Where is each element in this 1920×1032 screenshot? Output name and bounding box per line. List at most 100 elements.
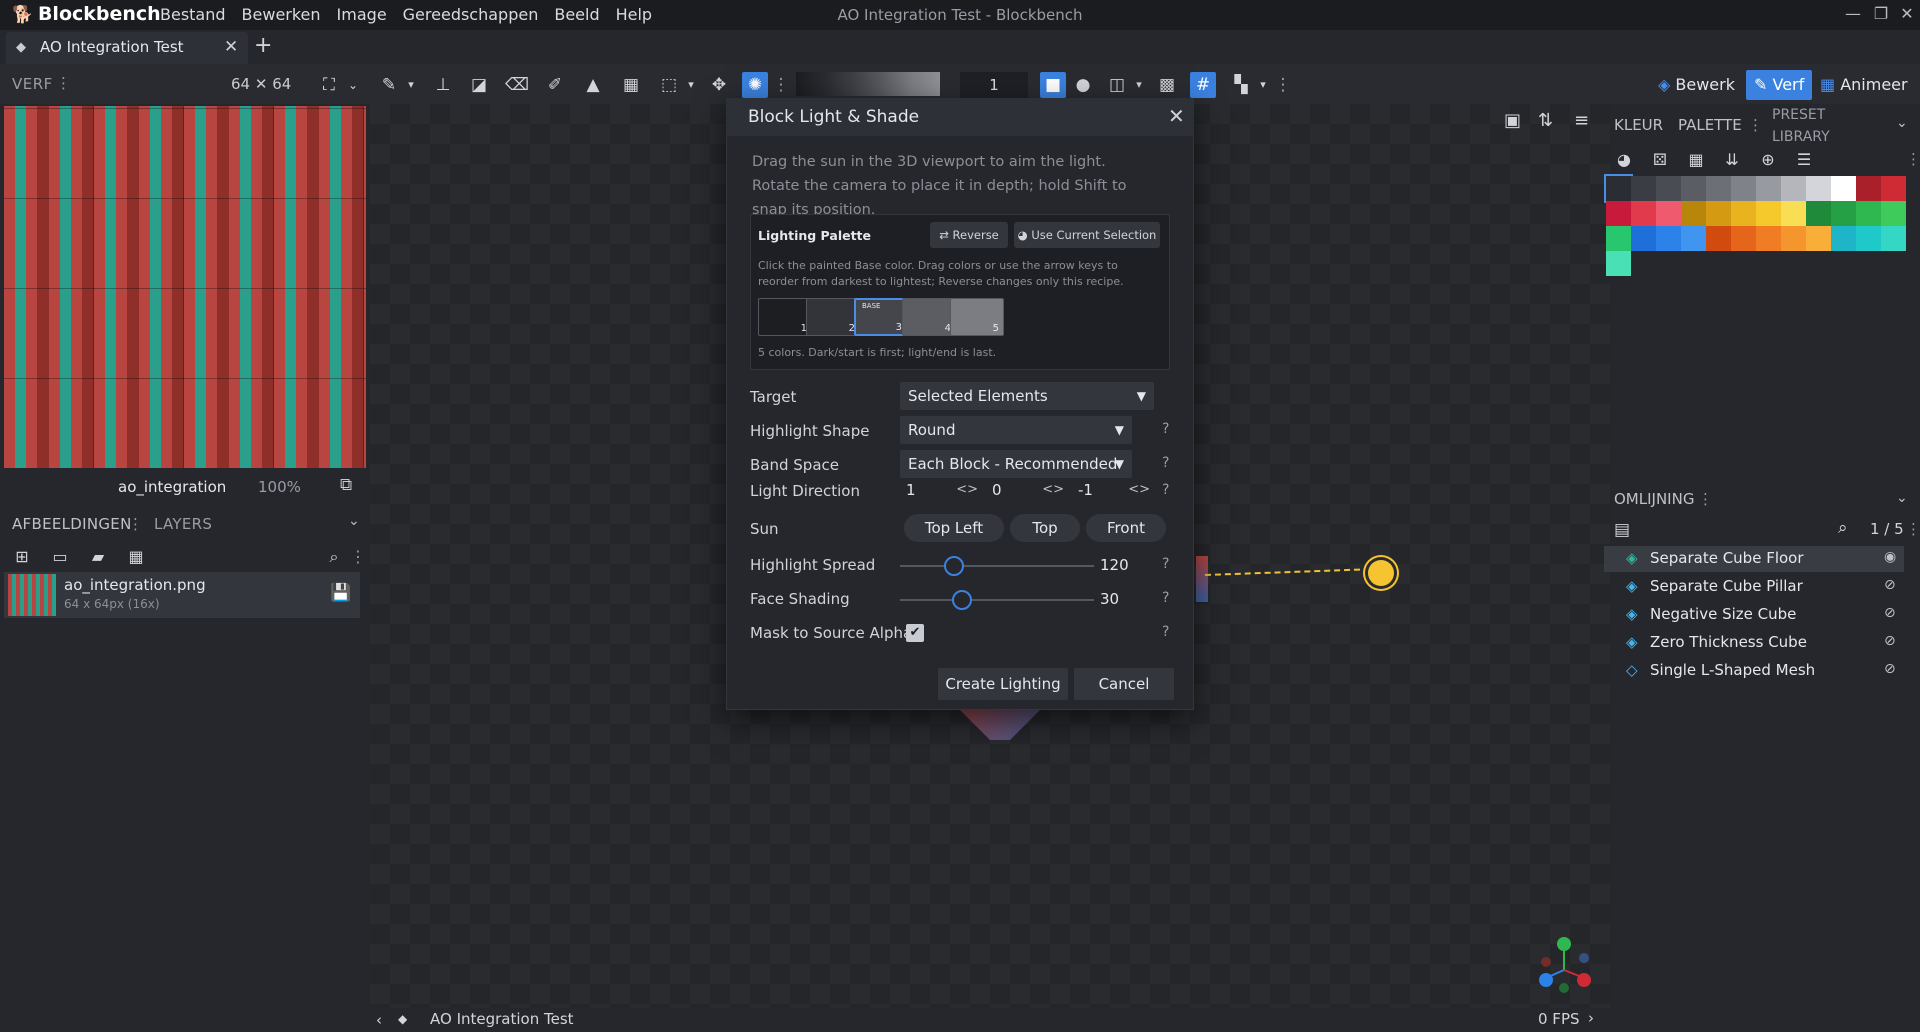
palette-swatch[interactable]: 4 (902, 298, 956, 336)
color-swatch[interactable] (1881, 201, 1906, 226)
color-swatch[interactable] (1604, 174, 1633, 203)
chevron-down-icon[interactable]: ▾ (1126, 72, 1152, 98)
close-window-icon[interactable]: ✕ (1892, 4, 1920, 23)
menu-bewerken[interactable]: Bewerken (242, 0, 321, 30)
tab-palette[interactable]: PALETTE (1678, 116, 1742, 134)
band-space-select[interactable]: Each Block - Recommended ▼ (900, 450, 1132, 478)
color-swatch[interactable] (1781, 201, 1806, 226)
sort-icon[interactable]: ⇅ (1538, 110, 1553, 131)
chevron-down-icon[interactable]: ⌄ (1896, 115, 1908, 131)
color-swatch[interactable] (1731, 226, 1756, 251)
color-swatch[interactable] (1656, 226, 1681, 251)
palette-icon[interactable]: ◕ (1610, 150, 1638, 169)
checker-icon[interactable]: ▩ (1154, 72, 1180, 98)
drag-arrows-icon[interactable]: <> (956, 476, 978, 504)
color-swatch[interactable] (1681, 201, 1706, 226)
color-swatch[interactable] (1831, 201, 1856, 226)
color-gradient[interactable] (796, 72, 940, 96)
fill-bucket-icon[interactable]: ◪ (466, 72, 492, 98)
outliner-item[interactable]: ◈ Separate Cube Pillar ⊘ (1604, 574, 1904, 600)
sun-top-button[interactable]: Top (1010, 514, 1080, 542)
color-swatch[interactable] (1806, 176, 1831, 201)
color-swatch[interactable] (1606, 201, 1631, 226)
highlight-spread-slider[interactable] (900, 565, 1094, 567)
help-icon[interactable]: ? (1162, 421, 1169, 437)
chevron-down-icon[interactable]: ▾ (678, 72, 704, 98)
search-icon[interactable]: ⌕ (1838, 518, 1848, 538)
add-tab-icon[interactable]: + (254, 33, 272, 58)
tab-images[interactable]: AFBEELDINGEN (12, 515, 132, 533)
grid-icon[interactable]: # (1190, 72, 1216, 98)
list-icon[interactable]: ☰ (1790, 150, 1818, 169)
close-icon[interactable]: ✕ (1168, 104, 1185, 128)
create-lighting-button[interactable]: Create Lighting (938, 668, 1068, 700)
color-swatch[interactable] (1781, 226, 1806, 251)
highlight-shape-select[interactable]: Round ▼ (900, 416, 1132, 444)
outliner-item[interactable]: ◈ Separate Cube Floor ◉ (1604, 546, 1904, 572)
outliner-item[interactable]: ◈ Negative Size Cube ⊘ (1604, 602, 1904, 628)
drag-arrows-icon[interactable]: <> (1042, 476, 1064, 504)
eye-hidden-icon[interactable]: ⊘ (1884, 577, 1896, 593)
gradient-icon[interactable]: ▦ (618, 72, 644, 98)
add-image-icon[interactable]: ⊞ (8, 544, 36, 570)
light-shade-icon[interactable]: ✺ (742, 72, 768, 98)
image-icon[interactable]: ▣ (1504, 110, 1521, 131)
tab-layers[interactable]: LAYERS (154, 515, 212, 533)
color-swatch[interactable] (1881, 176, 1906, 201)
color-swatch[interactable] (1606, 251, 1631, 276)
sort-icon[interactable]: ⇊ (1718, 150, 1746, 169)
axis-gizmo[interactable] (1536, 936, 1592, 996)
chevron-down-icon[interactable]: ▾ (398, 72, 424, 98)
help-icon[interactable]: ? (1162, 482, 1169, 498)
color-swatch[interactable] (1656, 201, 1681, 226)
color-swatch[interactable] (1856, 226, 1881, 251)
target-select[interactable]: Selected Elements ▼ (900, 382, 1154, 410)
outliner-item[interactable]: ◈ Zero Thickness Cube ⊘ (1604, 630, 1904, 656)
fullscreen-icon[interactable]: ⛶ (316, 72, 342, 98)
menu-image[interactable]: Image (337, 0, 387, 30)
brush-size-input[interactable]: 1 (960, 72, 1028, 98)
color-swatch[interactable] (1831, 226, 1856, 251)
add-group-icon[interactable]: ▤ (1614, 520, 1630, 540)
eye-hidden-icon[interactable]: ⊘ (1884, 661, 1896, 677)
atlas-icon[interactable]: ▦ (122, 544, 150, 570)
color-swatch[interactable] (1731, 201, 1756, 226)
cancel-button[interactable]: Cancel (1074, 668, 1174, 700)
chevron-right-icon[interactable]: › (1588, 1009, 1594, 1027)
chevron-left-icon[interactable]: ‹ (376, 1011, 382, 1029)
color-swatch[interactable] (1756, 176, 1781, 201)
color-swatch[interactable] (1631, 226, 1656, 251)
light-direction-x[interactable]: 1 <> (900, 476, 984, 504)
mode-animate-button[interactable]: ▦ Animeer (1820, 72, 1908, 98)
help-icon[interactable]: ? (1162, 624, 1169, 640)
color-swatch[interactable] (1706, 176, 1731, 201)
palette-swatch[interactable]: 1 (758, 298, 812, 336)
color-swatch[interactable] (1881, 226, 1906, 251)
color-swatch[interactable] (1706, 201, 1731, 226)
eraser-icon[interactable]: ⌫ (504, 72, 530, 98)
close-tab-icon[interactable]: ✕ (224, 37, 238, 57)
palette-swatch[interactable]: 5 (950, 298, 1004, 336)
palette-swatch[interactable]: BASE 3 (854, 298, 908, 336)
help-icon[interactable]: ? (1162, 455, 1169, 471)
more-icon[interactable]: ⋮ (1270, 72, 1296, 98)
more-icon[interactable]: ⋮ (1698, 490, 1713, 508)
tab-color[interactable]: KLEUR (1614, 116, 1663, 134)
eye-hidden-icon[interactable]: ⊘ (1884, 633, 1896, 649)
more-icon[interactable]: ⋮ (768, 72, 794, 98)
color-swatch[interactable] (1806, 226, 1831, 251)
light-direction-y[interactable]: 0 <> (986, 476, 1070, 504)
color-swatch[interactable] (1756, 226, 1781, 251)
color-swatch[interactable] (1631, 201, 1656, 226)
round-brush-icon[interactable]: ● (1070, 72, 1096, 98)
menu-bestand[interactable]: Bestand (160, 0, 226, 30)
more-icon[interactable]: ⋮ (1906, 150, 1920, 168)
more-icon[interactable]: ⋮ (128, 515, 143, 533)
menu-beeld[interactable]: Beeld (554, 0, 599, 30)
folder-icon[interactable]: ▰ (84, 544, 112, 570)
color-swatch[interactable] (1781, 176, 1806, 201)
menu-help[interactable]: Help (616, 0, 652, 30)
color-swatch[interactable] (1606, 226, 1631, 251)
sun-top-left-button[interactable]: Top Left (904, 514, 1004, 542)
more-icon[interactable]: ⋮ (56, 74, 71, 92)
